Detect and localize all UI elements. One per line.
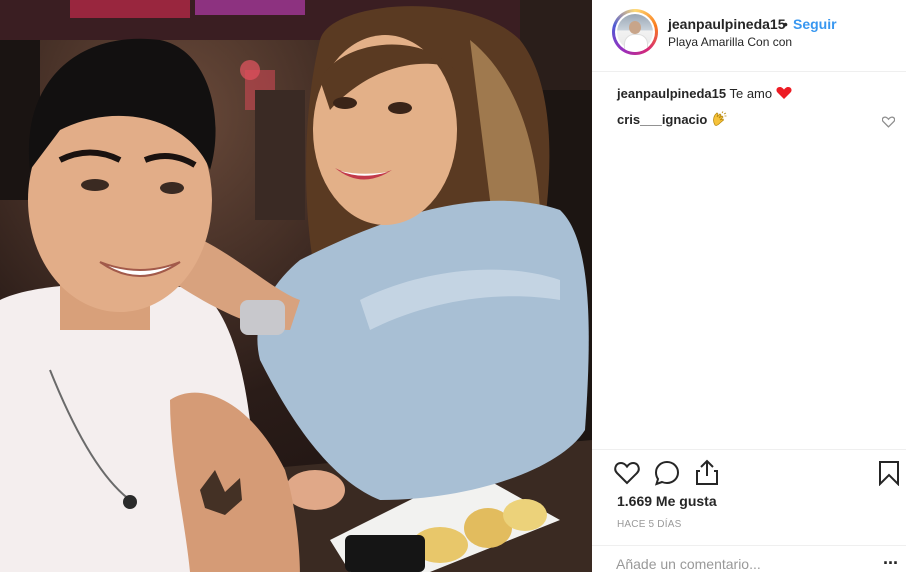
avatar-image: [615, 12, 655, 52]
header-separator: •: [783, 16, 788, 32]
comment-input[interactable]: [614, 552, 868, 576]
clapping-hands-emoji-icon: [711, 111, 727, 133]
post-timestamp[interactable]: HACE 5 DÍAS: [617, 519, 681, 530]
comments-list: jeanpaulpineda15 Te amo cris___ignacio: [617, 84, 902, 137]
comment-like-icon[interactable]: [881, 114, 896, 128]
post-side-panel: jeanpaulpineda15 • Seguir Playa Amarilla…: [592, 0, 906, 576]
post-header: jeanpaulpineda15 • Seguir Playa Amarilla…: [592, 0, 906, 72]
post-actions: 1.669 Me gusta HACE 5 DÍAS ...: [592, 449, 906, 576]
follow-button[interactable]: Seguir: [793, 16, 837, 32]
header-username[interactable]: jeanpaulpineda15: [668, 16, 785, 32]
likes-count[interactable]: 1.669 Me gusta: [617, 493, 717, 509]
bookmark-icon[interactable]: [878, 460, 900, 491]
location-link[interactable]: Playa Amarilla Con con: [668, 35, 792, 49]
photo-illustration: [0, 0, 592, 572]
red-heart-emoji-icon: [776, 86, 792, 106]
post-photo[interactable]: [0, 0, 592, 572]
comment-username[interactable]: cris___ignacio: [617, 112, 707, 127]
comment-username[interactable]: jeanpaulpineda15: [617, 86, 726, 101]
more-options-button[interactable]: ...: [883, 548, 898, 569]
avatar[interactable]: [612, 9, 658, 55]
caption: jeanpaulpineda15 Te amo: [617, 84, 902, 106]
heart-icon[interactable]: [614, 461, 640, 490]
comment-item: cris___ignacio: [617, 110, 902, 133]
share-icon[interactable]: [694, 458, 720, 491]
comment-text: Te amo: [729, 86, 773, 101]
add-comment-bar: ...: [592, 545, 906, 576]
comment-icon[interactable]: [654, 460, 680, 491]
